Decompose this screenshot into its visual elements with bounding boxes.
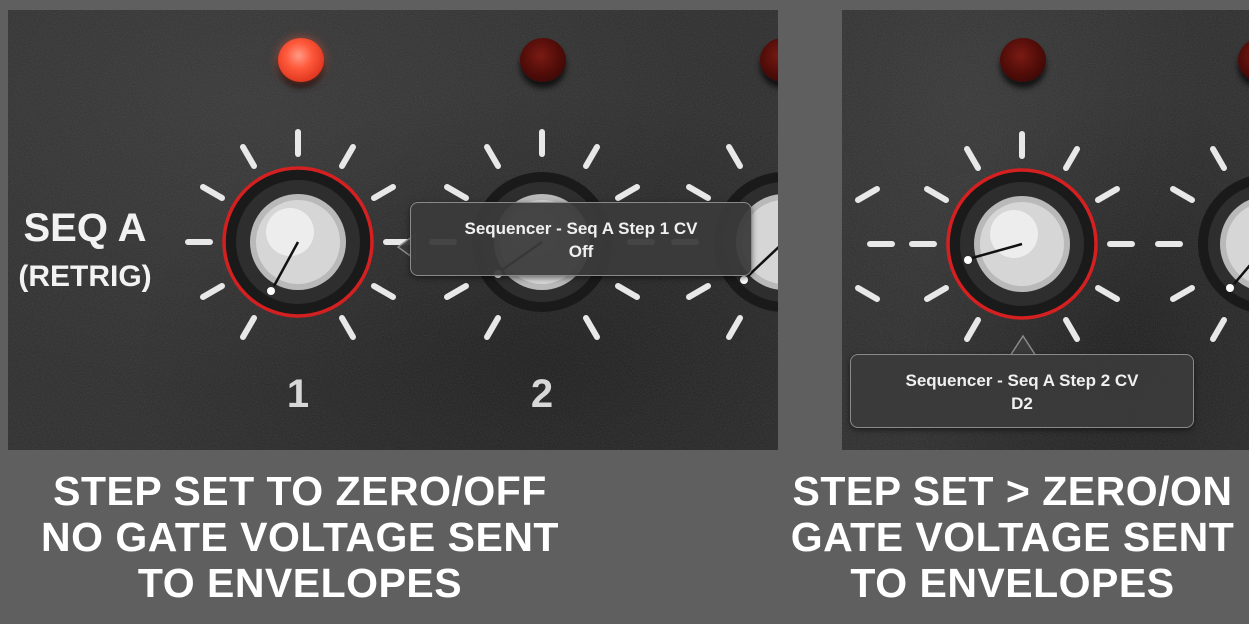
left-sequencer-panel: SEQ A (RETRIG) 1 2 Sequencer - Seq A Ste…	[8, 10, 778, 450]
left-caption: STEP SET TO ZERO/OFF NO GATE VOLTAGE SEN…	[20, 468, 580, 606]
right-caption: STEP SET > ZERO/ON GATE VOLTAGE SENT TO …	[780, 468, 1245, 606]
tooltip-pointer	[1009, 334, 1037, 356]
caption-line: STEP SET TO ZERO/OFF	[53, 468, 547, 514]
step-3-cv-knob[interactable]	[1148, 124, 1249, 364]
row-label-retrig: (RETRIG)	[18, 260, 152, 293]
tooltip-value: D2	[1011, 394, 1033, 413]
step-number-1: 1	[286, 372, 310, 416]
step-2-led	[520, 38, 566, 82]
caption-line: TO ENVELOPES	[850, 560, 1175, 606]
step-number-2: 2	[530, 372, 554, 416]
step-1-led-lit	[278, 38, 324, 82]
caption-line: STEP SET > ZERO/ON	[792, 468, 1233, 514]
caption-line: TO ENVELOPES	[137, 560, 463, 606]
right-sequencer-panel: Sequencer - Seq A Step 2 CV D2	[842, 10, 1249, 450]
step-1-cv-tooltip: Sequencer - Seq A Step 1 CV Off	[410, 202, 752, 276]
tooltip-title: Sequencer - Seq A Step 2 CV	[905, 371, 1139, 390]
step-2-cv-tooltip: Sequencer - Seq A Step 2 CV D2	[850, 354, 1194, 428]
step-1-cv-knob[interactable]	[178, 122, 418, 362]
caption-line: GATE VOLTAGE SENT	[790, 514, 1235, 560]
caption-line: NO GATE VOLTAGE SENT	[41, 514, 559, 560]
tooltip-title: Sequencer - Seq A Step 1 CV	[464, 219, 698, 238]
tooltip-value: Off	[568, 242, 594, 261]
step-2-led	[1000, 38, 1046, 82]
row-label-seq-a: SEQ A	[23, 206, 147, 250]
step-2-cv-knob[interactable]	[902, 124, 1142, 364]
step-1-cv-knob-partial[interactable]	[842, 124, 902, 364]
